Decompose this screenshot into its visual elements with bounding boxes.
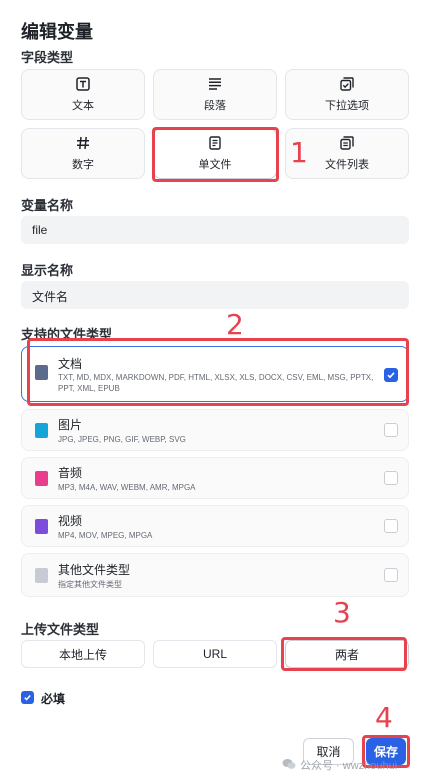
select-icon xyxy=(339,76,355,92)
check-icon xyxy=(24,695,31,701)
watermark-text: 公众号 · wwzhouhui xyxy=(300,760,398,772)
video-icon xyxy=(35,519,48,534)
field-type-select-label: 下拉选项 xyxy=(325,100,369,112)
number-icon xyxy=(75,135,91,151)
file-type-image-title: 图片 xyxy=(58,418,83,432)
upload-type-local[interactable]: 本地上传 xyxy=(21,640,145,668)
field-type-paragraph[interactable]: 段落 xyxy=(153,69,277,120)
paragraph-icon xyxy=(207,76,223,92)
variable-name-label: 变量名称 xyxy=(21,198,74,213)
file-type-audio-title: 音频 xyxy=(58,466,83,480)
file-type-other[interactable]: 其他文件类型 指定其他文件类型 xyxy=(21,553,409,597)
display-name-label: 显示名称 xyxy=(21,263,74,278)
wechat-icon xyxy=(282,758,296,773)
annotation-box-1 xyxy=(152,127,279,182)
image-icon xyxy=(35,423,48,438)
required-checkbox[interactable] xyxy=(21,691,34,704)
file-type-other-title: 其他文件类型 xyxy=(58,563,131,577)
edit-variable-dialog: 编辑变量 字段类型 文本 段落 下拉选项 数字 单文件 文件列表 变量名称 fi… xyxy=(0,0,424,783)
file-type-other-desc: 指定其他文件类型 xyxy=(58,580,122,589)
file-type-image-checkbox[interactable] xyxy=(384,423,398,437)
file-type-other-checkbox[interactable] xyxy=(384,568,398,582)
variable-name-input[interactable]: file xyxy=(21,216,409,244)
upload-type-url[interactable]: URL xyxy=(153,640,277,668)
field-type-file-list-label: 文件列表 xyxy=(325,159,369,171)
file-type-audio-desc: MP3, M4A, WAV, WEBM, AMR, MPGA xyxy=(58,483,196,492)
annotation-number-4: 4 xyxy=(375,701,393,734)
audio-icon xyxy=(35,471,48,486)
field-type-select[interactable]: 下拉选项 xyxy=(285,69,409,120)
file-type-video-desc: MP4, MOV, MPEG, MPGA xyxy=(58,531,153,540)
field-type-label: 字段类型 xyxy=(21,50,74,65)
file-type-video[interactable]: 视频 MP4, MOV, MPEG, MPGA xyxy=(21,505,409,547)
file-type-audio-checkbox[interactable] xyxy=(384,471,398,485)
annotation-number-2: 2 xyxy=(226,308,244,341)
other-file-icon xyxy=(35,568,48,583)
field-type-number[interactable]: 数字 xyxy=(21,128,145,179)
file-type-image[interactable]: 图片 JPG, JPEG, PNG, GIF, WEBP, SVG xyxy=(21,409,409,451)
annotation-number-1: 1 xyxy=(290,136,308,169)
annotation-box-2 xyxy=(27,338,409,406)
field-type-number-label: 数字 xyxy=(72,159,94,171)
upload-type-label: 上传文件类型 xyxy=(21,622,100,637)
field-type-text-label: 文本 xyxy=(72,100,94,112)
file-type-image-desc: JPG, JPEG, PNG, GIF, WEBP, SVG xyxy=(58,435,186,444)
file-type-video-checkbox[interactable] xyxy=(384,519,398,533)
watermark: 公众号 · wwzhouhui xyxy=(282,757,397,773)
file-type-video-title: 视频 xyxy=(58,514,83,528)
file-type-audio[interactable]: 音频 MP3, M4A, WAV, WEBM, AMR, MPGA xyxy=(21,457,409,499)
file-list-icon xyxy=(339,135,355,151)
text-icon xyxy=(75,76,91,92)
annotation-box-3 xyxy=(281,637,407,671)
required-label: 必填 xyxy=(41,692,66,706)
field-type-text[interactable]: 文本 xyxy=(21,69,145,120)
dialog-title: 编辑变量 xyxy=(21,22,93,42)
field-type-paragraph-label: 段落 xyxy=(204,100,226,112)
display-name-input[interactable]: 文件名 xyxy=(21,281,409,309)
annotation-number-3: 3 xyxy=(333,596,351,629)
